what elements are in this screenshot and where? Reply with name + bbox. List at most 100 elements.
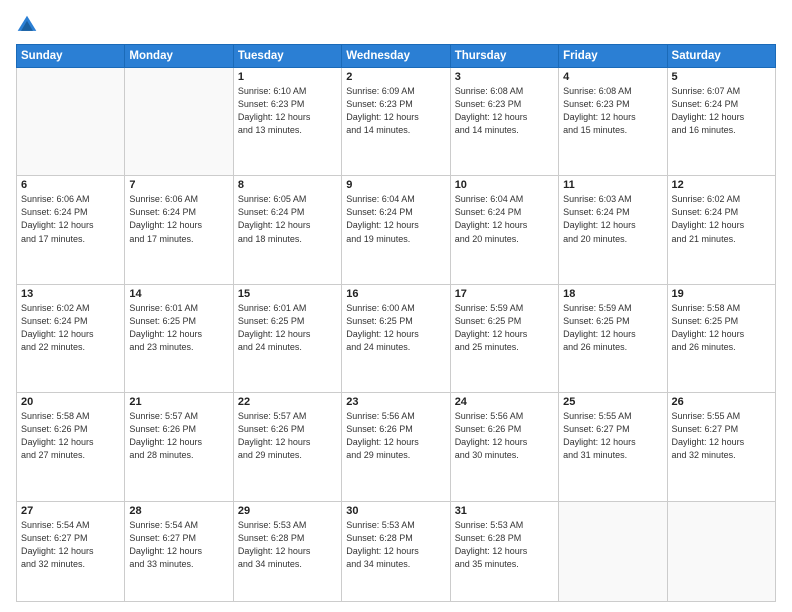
day-info: Sunrise: 5:53 AM Sunset: 6:28 PM Dayligh… — [346, 519, 445, 571]
calendar-cell — [559, 501, 667, 602]
calendar-cell — [125, 68, 233, 176]
weekday-header: Tuesday — [233, 45, 341, 68]
day-number: 8 — [238, 179, 337, 191]
day-number: 5 — [672, 71, 771, 83]
day-info: Sunrise: 6:01 AM Sunset: 6:25 PM Dayligh… — [238, 302, 337, 354]
day-info: Sunrise: 6:00 AM Sunset: 6:25 PM Dayligh… — [346, 302, 445, 354]
calendar-week-row: 13Sunrise: 6:02 AM Sunset: 6:24 PM Dayli… — [17, 284, 776, 392]
calendar-cell: 21 Sunrise: 5:57 AM Sunset: 6:26 PM Dayli… — [125, 393, 233, 501]
day-info: Sunrise: 6:02 AM Sunset: 6:24 PM Dayligh… — [672, 193, 771, 245]
day-number: 28 — [129, 505, 228, 517]
day-number: 24 — [455, 396, 554, 408]
page: SundayMondayTuesdayWednesdayThursdayFrid… — [0, 0, 792, 612]
day-info: Sunrise: 6:03 AM Sunset: 6:24 PM Dayligh… — [563, 193, 662, 245]
day-info: Sunrise: 5:55 AM Sunset: 6:27 PM Dayligh… — [563, 410, 662, 462]
day-info: Sunrise: 5:57 AM Sunset: 6:26 PM Dayligh… — [129, 410, 228, 462]
day-info: Sunrise: 5:55 AM Sunset: 6:27 PM Dayligh… — [672, 410, 771, 462]
logo-icon — [16, 14, 38, 36]
day-number: 11 — [563, 179, 662, 191]
calendar-cell: 1 Sunrise: 6:10 AM Sunset: 6:23 PM Daylig… — [233, 68, 341, 176]
weekday-header: Thursday — [450, 45, 558, 68]
calendar-cell: 14 Sunrise: 6:01 AM Sunset: 6:25 PM Dayli… — [125, 284, 233, 392]
calendar-cell: 29 Sunrise: 5:53 AM Sunset: 6:28 PM Dayli… — [233, 501, 341, 602]
calendar-cell: 8 Sunrise: 6:05 AM Sunset: 6:24 PM Daylig… — [233, 176, 341, 284]
day-info: Sunrise: 6:06 AM Sunset: 6:24 PM Dayligh… — [129, 193, 228, 245]
calendar-cell: 10Sunrise: 6:04 AM Sunset: 6:24 PM Dayli… — [450, 176, 558, 284]
day-number: 9 — [346, 179, 445, 191]
day-info: Sunrise: 5:57 AM Sunset: 6:26 PM Dayligh… — [238, 410, 337, 462]
calendar-cell: 27 Sunrise: 5:54 AM Sunset: 6:27 PM Dayli… — [17, 501, 125, 602]
day-number: 31 — [455, 505, 554, 517]
calendar-cell — [17, 68, 125, 176]
day-number: 10 — [455, 179, 554, 191]
calendar-cell: 12Sunrise: 6:02 AM Sunset: 6:24 PM Dayli… — [667, 176, 775, 284]
day-number: 13 — [21, 288, 120, 300]
day-info: Sunrise: 5:53 AM Sunset: 6:28 PM Dayligh… — [238, 519, 337, 571]
day-info: Sunrise: 6:08 AM Sunset: 6:23 PM Dayligh… — [563, 85, 662, 137]
day-number: 16 — [346, 288, 445, 300]
day-info: Sunrise: 5:56 AM Sunset: 6:26 PM Dayligh… — [455, 410, 554, 462]
day-info: Sunrise: 6:05 AM Sunset: 6:24 PM Dayligh… — [238, 193, 337, 245]
calendar-week-row: 20 Sunrise: 5:58 AM Sunset: 6:26 PM Dayli… — [17, 393, 776, 501]
calendar-cell: 25 Sunrise: 5:55 AM Sunset: 6:27 PM Dayli… — [559, 393, 667, 501]
calendar-cell — [667, 501, 775, 602]
calendar-cell: 22 Sunrise: 5:57 AM Sunset: 6:26 PM Dayli… — [233, 393, 341, 501]
day-number: 22 — [238, 396, 337, 408]
day-number: 30 — [346, 505, 445, 517]
day-number: 14 — [129, 288, 228, 300]
calendar-cell: 4 Sunrise: 6:08 AM Sunset: 6:23 PM Daylig… — [559, 68, 667, 176]
day-number: 1 — [238, 71, 337, 83]
day-info: Sunrise: 5:59 AM Sunset: 6:25 PM Dayligh… — [563, 302, 662, 354]
day-info: Sunrise: 6:04 AM Sunset: 6:24 PM Dayligh… — [346, 193, 445, 245]
day-info: Sunrise: 6:10 AM Sunset: 6:23 PM Dayligh… — [238, 85, 337, 137]
logo — [16, 14, 42, 36]
calendar-cell: 26Sunrise: 5:55 AM Sunset: 6:27 PM Dayli… — [667, 393, 775, 501]
calendar-cell: 20 Sunrise: 5:58 AM Sunset: 6:26 PM Dayli… — [17, 393, 125, 501]
day-number: 6 — [21, 179, 120, 191]
header — [16, 14, 776, 36]
day-number: 25 — [563, 396, 662, 408]
calendar-week-row: 1 Sunrise: 6:10 AM Sunset: 6:23 PM Daylig… — [17, 68, 776, 176]
weekday-header: Saturday — [667, 45, 775, 68]
calendar-cell: 15 Sunrise: 6:01 AM Sunset: 6:25 PM Dayli… — [233, 284, 341, 392]
weekday-header: Wednesday — [342, 45, 450, 68]
calendar-cell: 6Sunrise: 6:06 AM Sunset: 6:24 PM Daylig… — [17, 176, 125, 284]
day-info: Sunrise: 6:08 AM Sunset: 6:23 PM Dayligh… — [455, 85, 554, 137]
calendar: SundayMondayTuesdayWednesdayThursdayFrid… — [16, 44, 776, 602]
calendar-cell: 19Sunrise: 5:58 AM Sunset: 6:25 PM Dayli… — [667, 284, 775, 392]
day-number: 18 — [563, 288, 662, 300]
calendar-cell: 23 Sunrise: 5:56 AM Sunset: 6:26 PM Dayli… — [342, 393, 450, 501]
day-number: 20 — [21, 396, 120, 408]
day-number: 7 — [129, 179, 228, 191]
day-info: Sunrise: 5:59 AM Sunset: 6:25 PM Dayligh… — [455, 302, 554, 354]
calendar-week-row: 27 Sunrise: 5:54 AM Sunset: 6:27 PM Dayli… — [17, 501, 776, 602]
calendar-cell: 30 Sunrise: 5:53 AM Sunset: 6:28 PM Dayli… — [342, 501, 450, 602]
calendar-week-row: 6 Sunrise: 6:06 AM Sunset: 6:24 PM Daylig… — [17, 176, 776, 284]
day-info: Sunrise: 5:58 AM Sunset: 6:26 PM Dayligh… — [21, 410, 120, 462]
calendar-cell: 5Sunrise: 6:07 AM Sunset: 6:24 PM Daylig… — [667, 68, 775, 176]
day-number: 21 — [129, 396, 228, 408]
day-number: 27 — [21, 505, 120, 517]
day-info: Sunrise: 5:54 AM Sunset: 6:27 PM Dayligh… — [21, 519, 120, 571]
day-info: Sunrise: 5:53 AM Sunset: 6:28 PM Dayligh… — [455, 519, 554, 571]
weekday-header: Friday — [559, 45, 667, 68]
day-number: 29 — [238, 505, 337, 517]
day-number: 2 — [346, 71, 445, 83]
calendar-cell: 3Sunrise: 6:08 AM Sunset: 6:23 PM Daylig… — [450, 68, 558, 176]
day-number: 4 — [563, 71, 662, 83]
calendar-cell: 16 Sunrise: 6:00 AM Sunset: 6:25 PM Dayli… — [342, 284, 450, 392]
calendar-cell: 18 Sunrise: 5:59 AM Sunset: 6:25 PM Dayli… — [559, 284, 667, 392]
day-info: Sunrise: 6:09 AM Sunset: 6:23 PM Dayligh… — [346, 85, 445, 137]
day-info: Sunrise: 5:56 AM Sunset: 6:26 PM Dayligh… — [346, 410, 445, 462]
calendar-cell: 13Sunrise: 6:02 AM Sunset: 6:24 PM Dayli… — [17, 284, 125, 392]
calendar-cell: 24 Sunrise: 5:56 AM Sunset: 6:26 PM Dayli… — [450, 393, 558, 501]
calendar-cell: 17Sunrise: 5:59 AM Sunset: 6:25 PM Dayli… — [450, 284, 558, 392]
weekday-header: Sunday — [17, 45, 125, 68]
day-number: 23 — [346, 396, 445, 408]
calendar-cell: 11 Sunrise: 6:03 AM Sunset: 6:24 PM Dayli… — [559, 176, 667, 284]
calendar-cell: 28Sunrise: 5:54 AM Sunset: 6:27 PM Dayli… — [125, 501, 233, 602]
day-info: Sunrise: 6:01 AM Sunset: 6:25 PM Dayligh… — [129, 302, 228, 354]
calendar-cell: 2 Sunrise: 6:09 AM Sunset: 6:23 PM Daylig… — [342, 68, 450, 176]
weekday-header: Monday — [125, 45, 233, 68]
day-number: 15 — [238, 288, 337, 300]
